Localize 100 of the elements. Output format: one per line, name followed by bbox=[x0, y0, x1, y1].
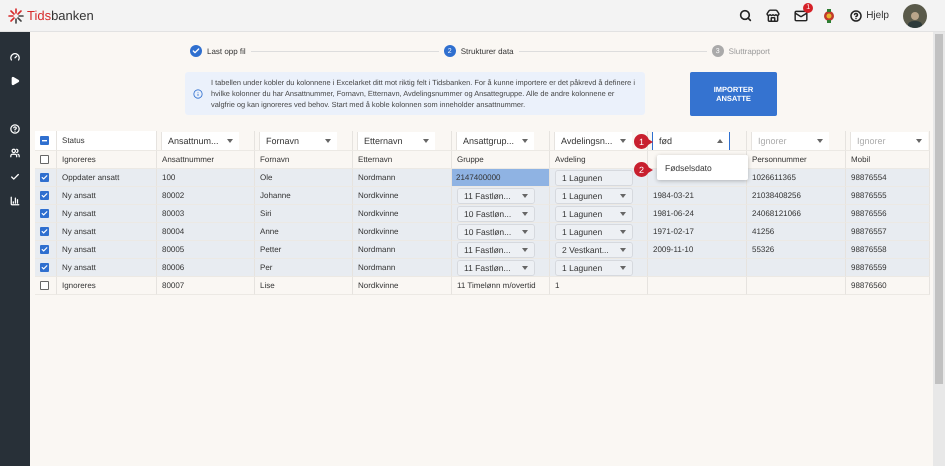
checkbox[interactable] bbox=[40, 281, 49, 290]
table-cell: 80002 bbox=[162, 191, 184, 200]
caret-icon bbox=[620, 266, 626, 270]
caret-icon bbox=[325, 138, 331, 142]
mail-icon[interactable] bbox=[794, 8, 808, 22]
table-cell: 21038408256 bbox=[752, 191, 801, 200]
table-cell: 80007 bbox=[162, 281, 184, 290]
table-cell: Nordkvinne bbox=[358, 191, 398, 200]
cell-select[interactable]: 1 Lagunen bbox=[555, 224, 633, 240]
table-cell: Personnummer bbox=[752, 155, 807, 164]
table-cell: 98876560 bbox=[851, 281, 887, 290]
column-select[interactable]: fød bbox=[652, 132, 730, 150]
checkbox[interactable] bbox=[40, 209, 49, 218]
table-cell: 1 bbox=[555, 281, 560, 290]
caret-icon bbox=[522, 266, 528, 270]
table-cell: Ny ansatt bbox=[62, 191, 96, 200]
dashboard-icon[interactable] bbox=[10, 52, 20, 62]
column-select[interactable]: Ansattnum... bbox=[161, 132, 239, 150]
check-icon[interactable] bbox=[10, 172, 20, 182]
table-cell: 41256 bbox=[752, 227, 774, 236]
table-cell: 98876557 bbox=[851, 227, 887, 236]
table-cell: Ansattnummer bbox=[162, 155, 214, 164]
checkbox[interactable] bbox=[40, 136, 49, 145]
table-cell: 24068121066 bbox=[752, 209, 801, 218]
step-label: Strukturer data bbox=[460, 46, 514, 56]
checkbox[interactable] bbox=[40, 263, 49, 272]
avatar[interactable] bbox=[903, 4, 927, 28]
cell-select[interactable]: 11 Fastløn... bbox=[457, 242, 535, 258]
table-cell: Ignoreres bbox=[62, 155, 96, 164]
table-cell: 1971-02-17 bbox=[653, 227, 694, 236]
table-cell: Nordmann bbox=[358, 173, 396, 182]
step-label: Last opp fil bbox=[207, 46, 246, 56]
caret-icon bbox=[620, 194, 626, 198]
table-cell: 55326 bbox=[752, 245, 774, 254]
minus-icon bbox=[42, 140, 47, 142]
scrollbar[interactable] bbox=[933, 32, 945, 466]
table-cell: Johanne bbox=[260, 191, 291, 200]
table-cell: 98876554 bbox=[851, 173, 887, 182]
chart-icon[interactable] bbox=[10, 196, 20, 206]
dropdown-option[interactable]: Fødselsdato bbox=[665, 162, 712, 172]
cell-select[interactable]: 10 Fastløn... bbox=[457, 206, 535, 222]
table-cell: Siri bbox=[260, 209, 272, 218]
users-icon[interactable] bbox=[10, 148, 20, 158]
caret-icon bbox=[620, 248, 626, 252]
table-cell: Nordkvinne bbox=[358, 281, 398, 290]
cell-select[interactable]: 1 Lagunen bbox=[555, 188, 633, 204]
table-cell: Mobil bbox=[851, 155, 870, 164]
table-cell: 1984-03-21 bbox=[653, 191, 694, 200]
table-cell: Oppdater ansatt bbox=[62, 173, 120, 182]
checkbox[interactable] bbox=[40, 191, 49, 200]
cell-select[interactable]: 1 Lagunen bbox=[555, 170, 633, 186]
cell-select[interactable]: 10 Fastløn... bbox=[457, 224, 535, 240]
caret-icon bbox=[522, 194, 528, 198]
caret-icon bbox=[620, 212, 626, 216]
cell-select[interactable]: 11 Fastløn... bbox=[457, 260, 535, 276]
cell-select[interactable]: 1 Lagunen bbox=[555, 260, 633, 276]
caret-icon bbox=[522, 248, 528, 252]
column-select[interactable]: Fornavn bbox=[259, 132, 337, 150]
table-cell: 1981-06-24 bbox=[653, 209, 694, 218]
column-select[interactable]: Etternavn bbox=[357, 132, 435, 150]
cell-select[interactable]: 11 Fastløn... bbox=[457, 188, 535, 204]
table-cell: Nordkvinne bbox=[358, 209, 398, 218]
caret-icon bbox=[423, 138, 429, 142]
search-icon[interactable] bbox=[739, 9, 752, 22]
table-cell: Gruppe bbox=[457, 155, 484, 164]
column-heading: Status bbox=[62, 136, 85, 145]
caret-icon bbox=[522, 230, 528, 234]
store-icon[interactable] bbox=[766, 8, 780, 22]
table-cell: Nordmann bbox=[358, 245, 396, 254]
checkbox[interactable] bbox=[40, 245, 49, 254]
table-cell: Fornavn bbox=[260, 155, 290, 164]
table-cell: 80004 bbox=[162, 227, 184, 236]
table-cell: 80003 bbox=[162, 209, 184, 218]
cell-select[interactable]: 2 Vestkant... bbox=[555, 242, 633, 258]
help-link[interactable]: Hjelp bbox=[866, 10, 889, 21]
caret-icon bbox=[620, 230, 626, 234]
checkbox[interactable] bbox=[40, 173, 49, 182]
help-icon[interactable] bbox=[850, 10, 862, 22]
cell-select[interactable]: 1 Lagunen bbox=[555, 206, 633, 222]
selected-cell[interactable]: 2147400000 bbox=[452, 169, 549, 186]
checkbox[interactable] bbox=[40, 155, 49, 164]
play-icon[interactable] bbox=[10, 76, 20, 86]
table-cell: Ny ansatt bbox=[62, 227, 96, 236]
caret-icon bbox=[717, 138, 723, 142]
table-cell: 100 bbox=[162, 173, 176, 182]
table-cell: 80005 bbox=[162, 245, 184, 254]
caret-icon bbox=[620, 138, 626, 142]
table-cell: Petter bbox=[260, 245, 282, 254]
table-cell: Ignoreres bbox=[62, 281, 96, 290]
column-select[interactable]: Ansattgrup... bbox=[456, 132, 534, 150]
caret-icon bbox=[227, 138, 233, 142]
table-cell: 80006 bbox=[162, 263, 184, 272]
table-cell: 98876558 bbox=[851, 245, 887, 254]
column-select[interactable]: Avdelingsn... bbox=[554, 132, 632, 150]
caret-icon bbox=[522, 138, 528, 142]
emblem-icon[interactable] bbox=[822, 8, 836, 22]
table-cell: Per bbox=[260, 263, 272, 272]
checkbox[interactable] bbox=[40, 227, 49, 236]
table-cell: Ole bbox=[260, 173, 272, 182]
table-cell: Ny ansatt bbox=[62, 209, 96, 218]
